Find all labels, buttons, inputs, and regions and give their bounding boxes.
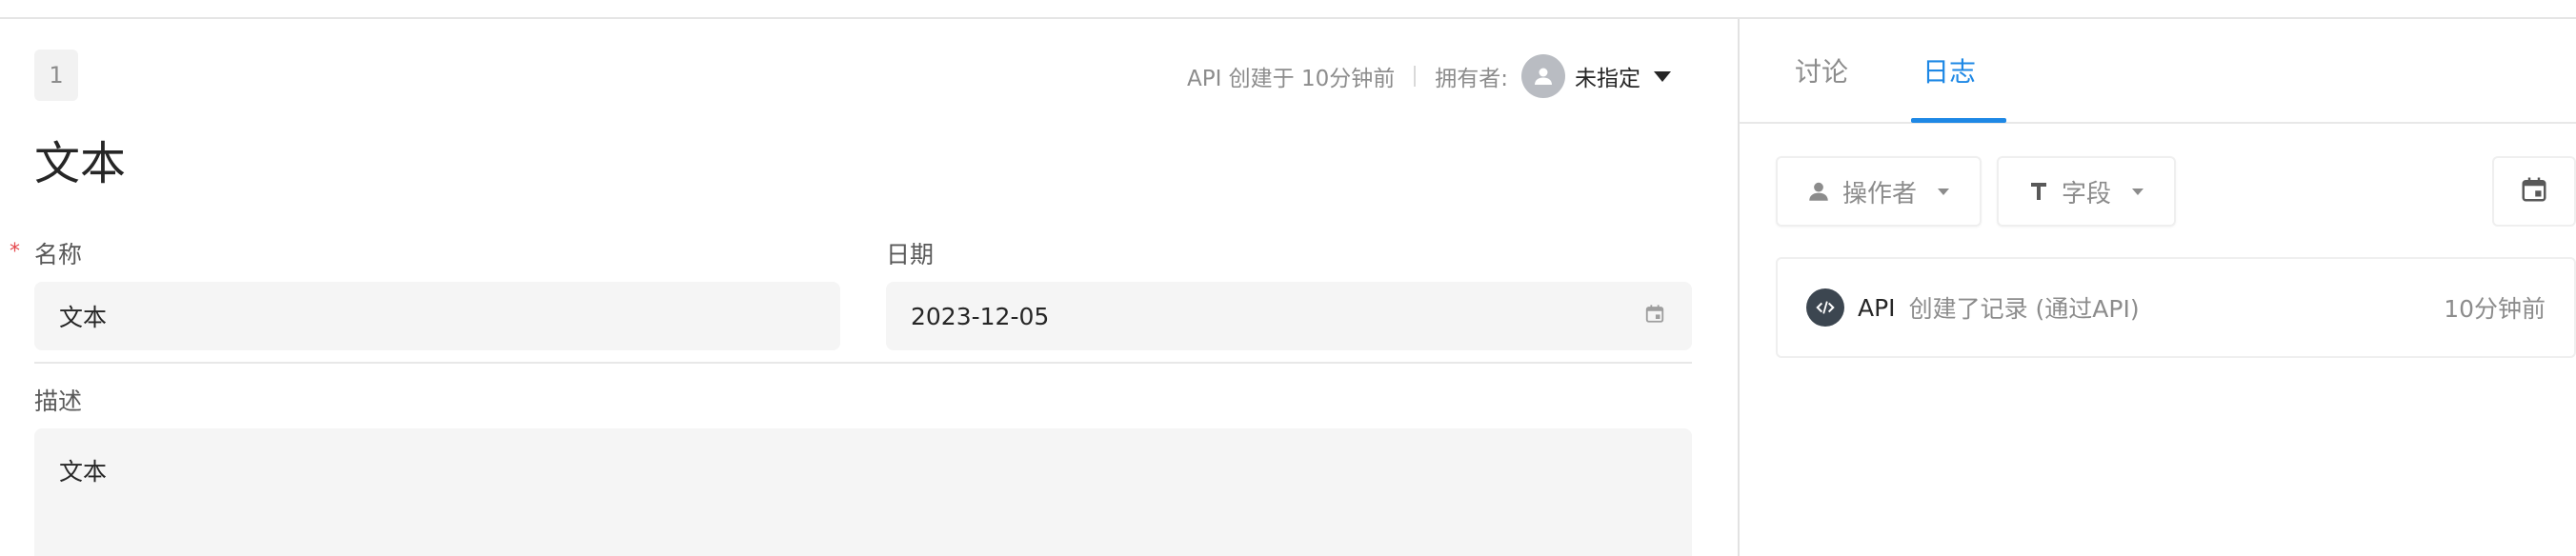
log-actor: API xyxy=(1858,293,1896,322)
date-input-value: 2023-12-05 xyxy=(911,302,1050,330)
description-field-label: 描述 xyxy=(34,387,83,415)
text-type-icon xyxy=(2027,180,2050,203)
tab-log[interactable]: 日志 xyxy=(1922,51,1976,89)
record-meta: API 创建于 10分钟前 拥有者: 未指定 xyxy=(1187,51,1671,101)
caret-down-icon xyxy=(2132,188,2144,195)
created-info: API 创建于 10分钟前 xyxy=(1186,67,1396,91)
top-bar xyxy=(0,0,2576,19)
log-entry: API 创建了记录 (通过API) 10分钟前 xyxy=(1776,257,2576,358)
name-input[interactable]: 文本 xyxy=(34,282,840,350)
caret-down-icon xyxy=(1938,188,1950,195)
operator-filter-button[interactable]: 操作者 xyxy=(1776,156,1982,227)
log-timestamp: 10分钟前 xyxy=(2444,295,2546,323)
api-code-icon xyxy=(1806,288,1844,327)
required-asterisk: * xyxy=(10,240,20,264)
date-field-label: 日期 xyxy=(886,241,935,268)
calendar-icon[interactable] xyxy=(1644,303,1665,330)
description-textarea[interactable]: 文本 xyxy=(34,428,1692,556)
person-icon xyxy=(1806,179,1831,204)
name-field-label: 名称 xyxy=(34,241,83,268)
owner-caret-down-icon[interactable] xyxy=(1654,70,1671,82)
field-filter-label: 字段 xyxy=(2062,179,2112,208)
active-tab-indicator xyxy=(1911,118,2006,123)
date-input[interactable]: 2023-12-05 xyxy=(886,282,1692,350)
section-divider xyxy=(34,362,1692,364)
field-filter-button[interactable]: 字段 xyxy=(1997,156,2176,227)
date-filter-button[interactable] xyxy=(2492,156,2576,227)
record-title: 文本 xyxy=(34,137,127,190)
record-main-panel: 1 API 创建于 10分钟前 拥有者: 未指定 文本 * 名称 文本 日期 2… xyxy=(0,19,1738,556)
operator-filter-label: 操作者 xyxy=(1842,179,1918,208)
record-number-badge: 1 xyxy=(34,50,78,101)
side-tabs: 讨论 日志 xyxy=(1740,19,2576,124)
log-description: 创建了记录 (通过API) xyxy=(1908,295,2140,323)
meta-separator xyxy=(1414,66,1417,87)
activity-side-panel: 讨论 日志 操作者 字段 API 创建了记录 (通过API) 10分钟前 xyxy=(1740,19,2576,556)
tab-discussion[interactable]: 讨论 xyxy=(1795,51,1848,89)
user-avatar-icon[interactable] xyxy=(1521,54,1565,98)
owner-select-value[interactable]: 未指定 xyxy=(1575,60,1640,92)
owner-label: 拥有者: xyxy=(1435,67,1508,91)
calendar-icon xyxy=(2520,175,2548,208)
